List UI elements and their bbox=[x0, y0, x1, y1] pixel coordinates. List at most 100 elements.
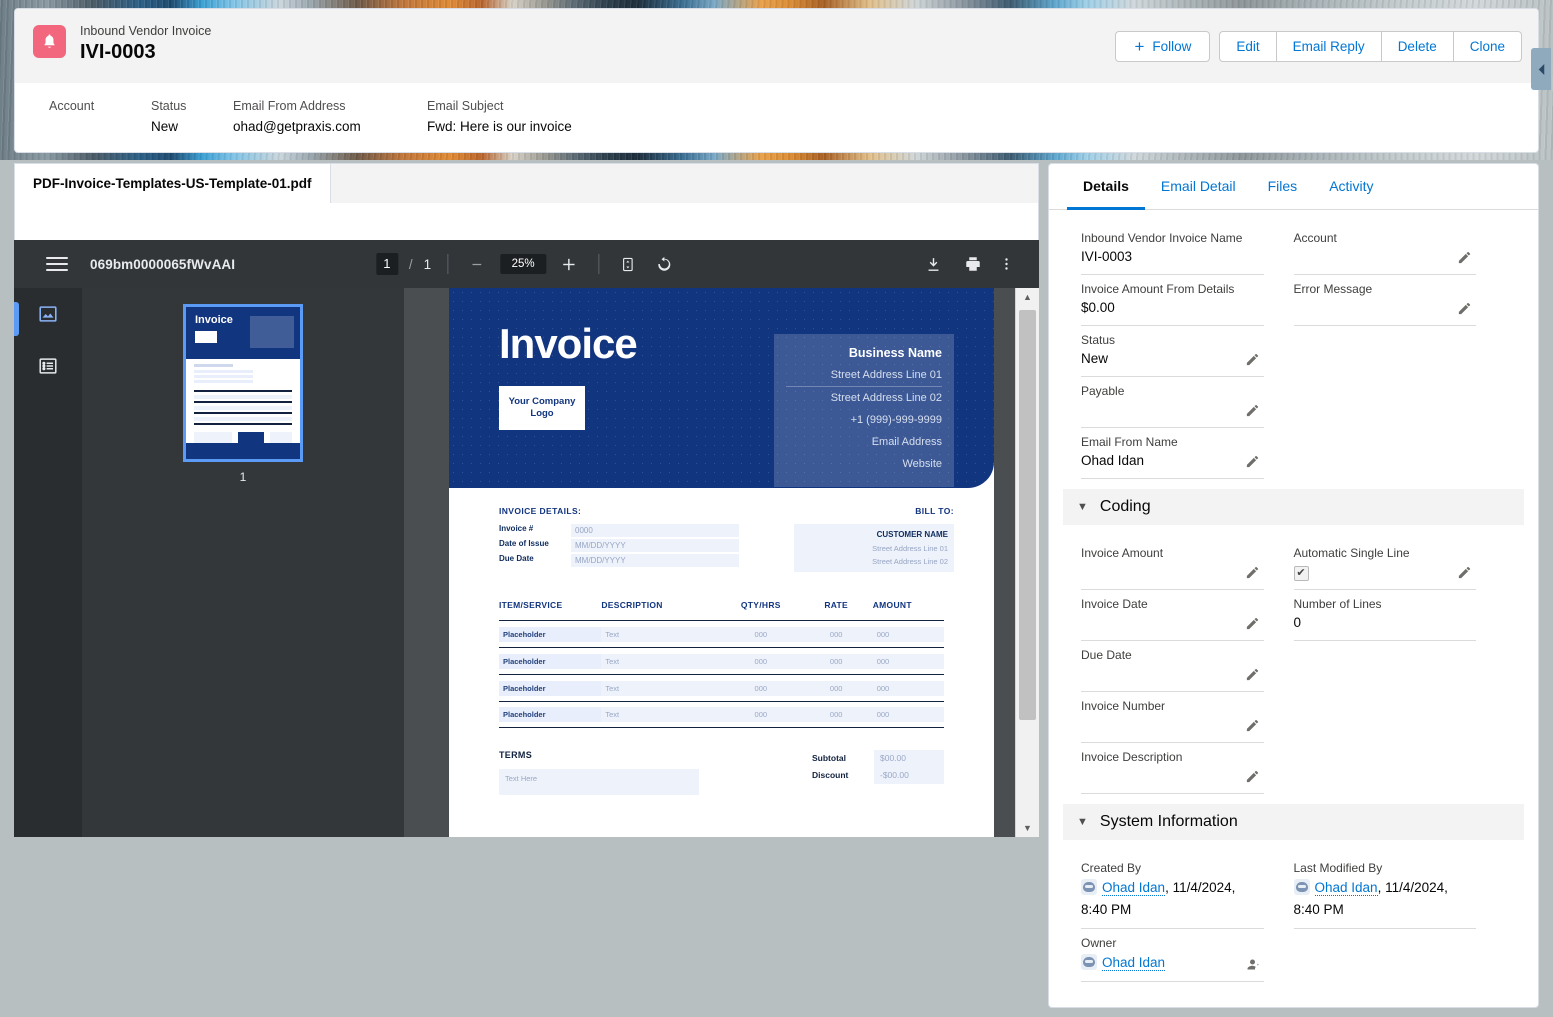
field-spacer bbox=[1294, 326, 1507, 377]
field-account: Account bbox=[1293, 224, 1507, 275]
section-header-system-information[interactable]: ▼ System Information bbox=[1063, 804, 1524, 840]
edit-pencil-icon[interactable] bbox=[1245, 454, 1260, 469]
zoom-level[interactable]: 25% bbox=[500, 254, 547, 274]
tab-details[interactable]: Details bbox=[1067, 164, 1145, 210]
tab-email-detail[interactable]: Email Detail bbox=[1145, 164, 1252, 210]
invoice-billto-heading: BILL TO: bbox=[915, 506, 954, 516]
created-by-user-link[interactable]: Ohad Idan bbox=[1102, 880, 1166, 896]
pdf-page-controls: 1 / 1 25% bbox=[375, 251, 677, 277]
field-label: Status bbox=[1081, 333, 1116, 347]
last-modified-by-user-link[interactable]: Ohad Idan bbox=[1314, 880, 1378, 896]
cell-qty: 000 bbox=[721, 653, 800, 669]
edit-pencil-icon[interactable] bbox=[1245, 352, 1260, 367]
hamburger-icon[interactable] bbox=[46, 253, 68, 275]
field-spacer bbox=[1294, 929, 1507, 982]
field-payable: Payable bbox=[1081, 377, 1294, 428]
edit-pencil-icon[interactable] bbox=[1245, 718, 1260, 733]
field-label: Invoice Description bbox=[1081, 750, 1183, 764]
field-label: Email Subject bbox=[427, 99, 504, 113]
field-value bbox=[1081, 664, 1264, 684]
field-invoice-amount: Invoice Amount bbox=[1081, 539, 1294, 590]
edit-pencil-icon[interactable] bbox=[1457, 565, 1472, 580]
pdf-page-viewport[interactable]: Invoice Your Company Logo Business Name … bbox=[404, 288, 1039, 837]
pdf-toolbar: 069bm0000065fWvAAI 1 / 1 25% bbox=[14, 240, 1039, 288]
billto-line: Street Address Line 02 bbox=[872, 557, 948, 566]
tab-files[interactable]: Files bbox=[1252, 164, 1314, 210]
section-header-coding[interactable]: ▼ Coding bbox=[1063, 489, 1524, 525]
edit-pencil-icon[interactable] bbox=[1245, 769, 1260, 784]
invoice-billto-box: CUSTOMER NAME Street Address Line 01 Str… bbox=[794, 524, 954, 572]
edit-pencil-icon[interactable] bbox=[1245, 565, 1260, 580]
pdf-preview-panel: PDF-Invoice-Templates-US-Template-01.pdf… bbox=[14, 163, 1039, 838]
invoice-business-block: Business Name Street Address Line 01 Str… bbox=[774, 334, 954, 487]
page-thumbnail[interactable]: Invoice bbox=[183, 304, 303, 462]
field-label: Invoice Date bbox=[1081, 597, 1148, 611]
field-spacer bbox=[1294, 428, 1507, 479]
edit-pencil-icon[interactable] bbox=[1457, 250, 1472, 265]
edit-pencil-icon[interactable] bbox=[1245, 403, 1260, 418]
thumbnail-view-icon[interactable] bbox=[36, 302, 60, 326]
field-invoice-number: Invoice Number bbox=[1081, 692, 1294, 743]
field-label: Created By bbox=[1081, 861, 1142, 875]
pdf-vertical-scrollbar[interactable]: ▲ ▼ bbox=[1015, 288, 1039, 837]
tab-activity[interactable]: Activity bbox=[1313, 164, 1389, 210]
field-label: Number of Lines bbox=[1293, 597, 1382, 611]
follow-button[interactable]: + Follow bbox=[1115, 31, 1211, 62]
change-owner-icon[interactable] bbox=[1245, 957, 1260, 972]
file-tab-empty bbox=[330, 164, 1038, 203]
outline-view-icon[interactable] bbox=[36, 354, 60, 378]
plus-icon[interactable] bbox=[556, 251, 582, 277]
owner-user-link[interactable]: Ohad Idan bbox=[1102, 955, 1166, 971]
highlight-field-email-from-address: Email From Address ohad@getpraxis.com bbox=[233, 97, 427, 137]
more-vertical-icon[interactable] bbox=[1004, 255, 1009, 273]
invoice-business-name: Business Name bbox=[848, 346, 942, 360]
cell-amount: 000 bbox=[872, 707, 944, 722]
toolbar-divider bbox=[447, 254, 449, 274]
edit-pencil-icon[interactable] bbox=[1245, 667, 1260, 682]
billto-customer: CUSTOMER NAME bbox=[876, 530, 948, 539]
page-number-input[interactable]: 1 bbox=[375, 253, 398, 275]
record-highlight-fields: Account Status New Email From Address oh… bbox=[15, 83, 1538, 137]
collapse-panel-button[interactable] bbox=[1531, 48, 1551, 90]
cell-qty: 000 bbox=[721, 626, 800, 642]
email-reply-button[interactable]: Email Reply bbox=[1276, 31, 1382, 62]
edit-pencil-icon[interactable] bbox=[1457, 301, 1472, 316]
page-total: 1 bbox=[423, 256, 432, 272]
scroll-down-arrow[interactable]: ▼ bbox=[1016, 819, 1039, 837]
record-details-panel: Details Email Detail Files Activity Inbo… bbox=[1048, 163, 1539, 1008]
invoice-business-line: Street Address Line 02 bbox=[786, 386, 942, 409]
field-value bbox=[1081, 400, 1264, 420]
field-error-message: Error Message bbox=[1293, 275, 1507, 326]
field-email-from-name: Email From Name Ohad Idan bbox=[1081, 428, 1294, 479]
invoice-logo-placeholder: Your Company Logo bbox=[499, 386, 585, 430]
table-row: Placeholder Text 000 000 000 bbox=[499, 674, 944, 701]
record-action-button-group: Edit Email Reply Delete Clone bbox=[1219, 31, 1522, 62]
print-icon[interactable] bbox=[964, 255, 982, 273]
field-label: Due Date bbox=[1081, 648, 1132, 662]
scrollbar-thumb[interactable] bbox=[1019, 310, 1036, 720]
record-highlights-card: Inbound Vendor Invoice IVI-0003 + Follow… bbox=[14, 8, 1539, 153]
clone-button[interactable]: Clone bbox=[1453, 31, 1522, 62]
field-inbound-vendor-invoice-name: Inbound Vendor Invoice Name IVI-0003 bbox=[1081, 224, 1294, 275]
delete-button[interactable]: Delete bbox=[1381, 31, 1454, 62]
scroll-up-arrow[interactable]: ▲ bbox=[1016, 288, 1039, 306]
fit-page-icon[interactable] bbox=[615, 251, 641, 277]
minus-icon[interactable] bbox=[464, 251, 490, 277]
field-label: Email From Address bbox=[233, 99, 346, 113]
chevron-left-icon bbox=[1538, 63, 1544, 75]
edit-button[interactable]: Edit bbox=[1219, 31, 1277, 62]
avatar bbox=[1081, 954, 1097, 970]
record-header: Inbound Vendor Invoice IVI-0003 + Follow… bbox=[15, 9, 1538, 83]
field-value: IVI-0003 bbox=[1081, 249, 1133, 264]
column-header: QTY/HRS bbox=[740, 600, 781, 610]
rotate-icon[interactable] bbox=[651, 251, 677, 277]
field-value bbox=[1081, 562, 1264, 582]
toolbar-divider-2 bbox=[598, 254, 600, 274]
pdf-thumbnail-panel: Invoice 1 bbox=[82, 288, 404, 837]
automatic-single-line-checkbox[interactable]: ✔ bbox=[1293, 565, 1309, 581]
invoice-detail-row: Invoice # 0000 bbox=[499, 524, 739, 537]
edit-pencil-icon[interactable] bbox=[1245, 616, 1260, 631]
field-number-of-lines: Number of Lines 0 bbox=[1293, 590, 1507, 641]
file-tab-pdf[interactable]: PDF-Invoice-Templates-US-Template-01.pdf bbox=[15, 164, 331, 203]
download-icon[interactable] bbox=[925, 256, 942, 273]
